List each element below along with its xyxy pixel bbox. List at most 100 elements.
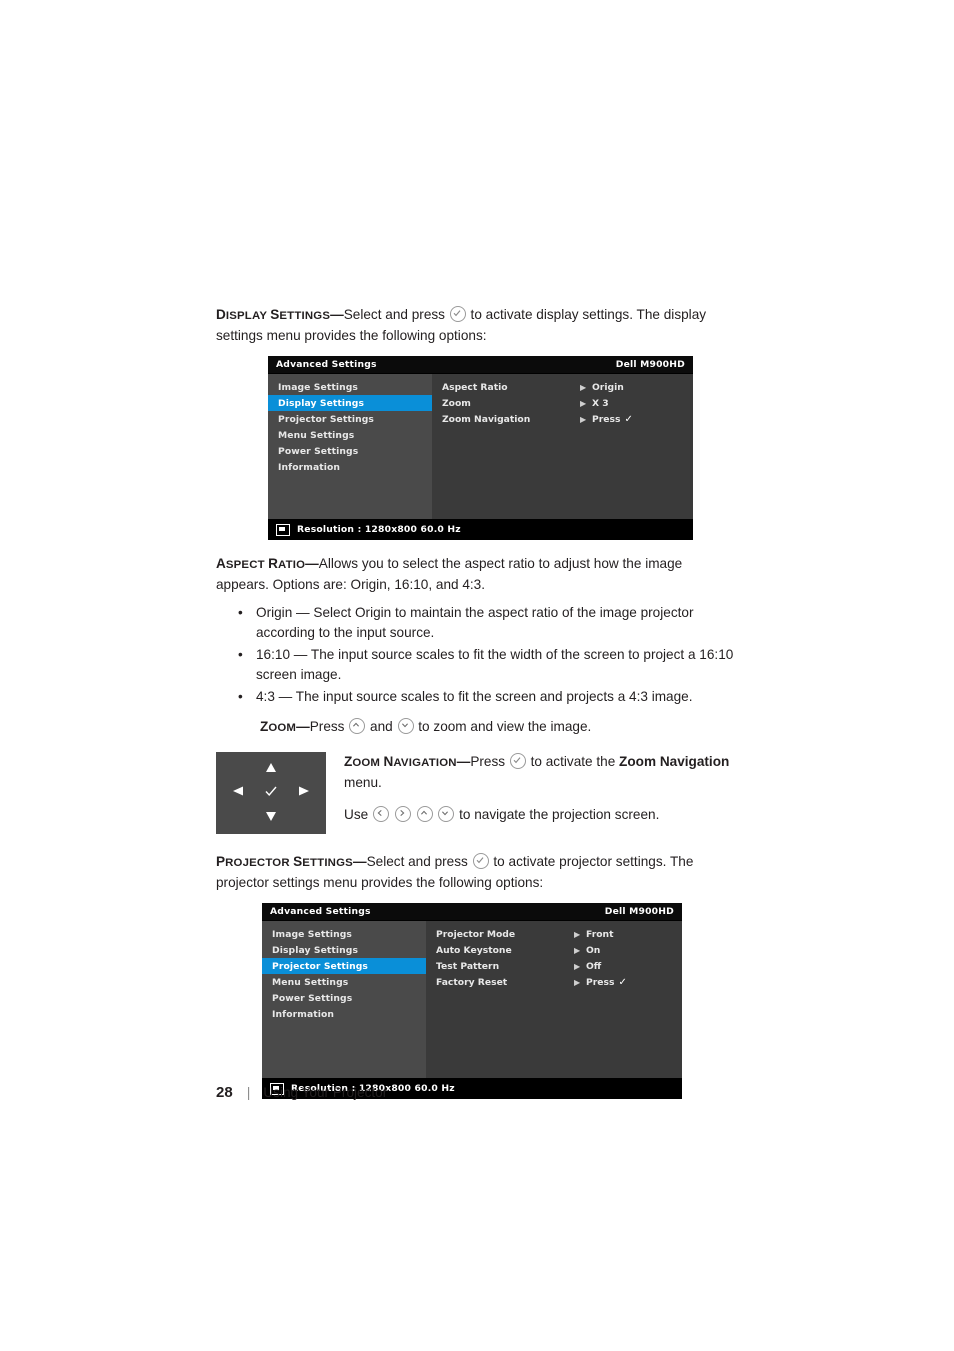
- osd2-item-projector-settings[interactable]: Projector Settings: [262, 958, 426, 974]
- osd2-row-projector-mode[interactable]: Projector Mode ▶ Front: [426, 926, 682, 942]
- page-content: DISPLAY SETTINGS—Select and press to act…: [216, 305, 736, 1099]
- right-arrow-icon: ▶: [574, 945, 581, 955]
- zoom-term-rest: OOM: [268, 722, 297, 734]
- zoom-navigation-use-paragraph: Use to navigate the projection screen.: [344, 805, 736, 825]
- list-item: Origin — Select Origin to maintain the a…: [234, 603, 736, 643]
- osd1-value-aspect-ratio: Origin: [592, 381, 624, 393]
- chevron-down-circle-icon: [438, 806, 455, 822]
- osd1-value-zoom: X 3: [592, 397, 609, 409]
- osd1-body: Image Settings Display Settings Projecto…: [268, 374, 693, 519]
- projector-settings-term2-rest: ETTINGS: [302, 857, 353, 869]
- right-arrow-icon: [298, 784, 310, 802]
- osd-menu-projector-settings: Advanced Settings Dell M900HD Image Sett…: [262, 903, 682, 1099]
- osd1-left-menu: Image Settings Display Settings Projecto…: [268, 374, 432, 519]
- zoomnav-use-a: Use: [344, 807, 369, 822]
- osd1-label-zoom-navigation: Zoom Navigation: [442, 413, 531, 425]
- osd2-row-factory-reset[interactable]: Factory Reset ▶ Press ✓: [426, 974, 682, 990]
- osd2-model: Dell M900HD: [604, 906, 674, 917]
- navigation-pad-figure: [216, 752, 326, 834]
- osd2-label-projector-mode: Projector Mode: [436, 928, 516, 940]
- zoom-text-and: and: [370, 719, 393, 734]
- osd1-item-image-settings[interactable]: Image Settings: [268, 379, 432, 395]
- osd2-item-information[interactable]: Information: [262, 1006, 426, 1022]
- osd2-label-test-pattern: Test Pattern: [436, 960, 500, 972]
- osd2-left-menu: Image Settings Display Settings Projecto…: [262, 921, 426, 1078]
- osd2-label-auto-keystone: Auto Keystone: [436, 944, 512, 956]
- osd1-model: Dell M900HD: [615, 359, 685, 370]
- zoom-paragraph: ZOOM—Press and to zoom and view the imag…: [216, 717, 736, 738]
- zoom-text-b: to zoom and view the image.: [418, 719, 592, 734]
- osd1-resolution: Resolution : 1280x800 60.0 Hz: [297, 524, 461, 535]
- osd1-item-menu-settings[interactable]: Menu Settings: [268, 427, 432, 443]
- right-arrow-icon: ▶: [580, 382, 587, 392]
- osd1-item-display-settings[interactable]: Display Settings: [268, 395, 432, 411]
- right-arrow-icon: ▶: [574, 961, 581, 971]
- zoom-navigation-block: ZOOM NAVIGATION—Press to activate the Zo…: [216, 752, 736, 834]
- osd2-label-factory-reset: Factory Reset: [436, 976, 508, 988]
- projector-settings-term1-rest: ROJECTOR: [225, 857, 294, 869]
- osd2-row-auto-keystone[interactable]: Auto Keystone ▶ On: [426, 942, 682, 958]
- osd1-label-aspect-ratio: Aspect Ratio: [442, 381, 508, 393]
- check-icon: ✓: [624, 413, 633, 425]
- osd2-title: Advanced Settings: [270, 906, 371, 917]
- zoom-navigation-text: ZOOM NAVIGATION—Press to activate the Zo…: [326, 752, 736, 834]
- document-page: DISPLAY SETTINGS—Select and press to act…: [0, 0, 954, 1351]
- zoom-navigation-paragraph: ZOOM NAVIGATION—Press to activate the Zo…: [344, 752, 736, 793]
- projector-settings-term2-cap: S: [293, 854, 303, 869]
- osd1-row-aspect-ratio[interactable]: Aspect Ratio ▶ Origin: [432, 379, 693, 395]
- osd2-titlebar: Advanced Settings Dell M900HD: [262, 903, 682, 921]
- osd2-value-factory-reset: Press: [586, 976, 615, 988]
- osd1-row-zoom-navigation[interactable]: Zoom Navigation ▶ Press ✓: [432, 411, 693, 427]
- osd2-value-auto-keystone: On: [586, 944, 601, 956]
- page-number: 28: [216, 1084, 233, 1101]
- osd2-value-test-pattern: Off: [586, 960, 602, 972]
- osd1-item-information[interactable]: Information: [268, 459, 432, 475]
- chevron-down-circle-icon: [397, 718, 414, 734]
- aspect-ratio-term2-cap: R: [268, 556, 278, 571]
- aspect-ratio-dash: —: [305, 556, 319, 571]
- osd1-item-power-settings[interactable]: Power Settings: [268, 443, 432, 459]
- right-arrow-icon: ▶: [580, 414, 587, 424]
- list-item: 16:10 — The input source scales to fit t…: [234, 645, 736, 685]
- right-arrow-icon: ▶: [574, 977, 581, 987]
- chevron-left-circle-icon: [372, 806, 389, 822]
- check-circle-icon: [449, 306, 466, 322]
- chevron-up-circle-icon: [349, 718, 366, 734]
- aspect-ratio-term1-rest: SPECT: [225, 559, 269, 571]
- display-settings-term-cap: D: [216, 307, 226, 322]
- zoomnav-dash: —: [456, 754, 471, 769]
- osd1-right-panel: Aspect Ratio ▶ Origin Zoom ▶ X 3 Zoom Na…: [432, 374, 693, 519]
- osd1-title: Advanced Settings: [276, 359, 377, 370]
- check-circle-icon: [509, 753, 526, 769]
- zoomnav-term2-cap: N: [383, 754, 394, 769]
- zoomnav-text-b: to activate the: [530, 754, 616, 769]
- display-settings-text-a: Select and press: [343, 307, 445, 322]
- footer-title: Using Your Projector: [263, 1085, 388, 1100]
- projector-settings-term1-cap: P: [216, 854, 226, 869]
- zoomnav-text-a: Press: [470, 754, 506, 769]
- osd2-item-image-settings[interactable]: Image Settings: [262, 926, 426, 942]
- osd1-value-zoom-navigation: Press: [592, 413, 621, 425]
- check-icon: ✓: [618, 976, 627, 988]
- zoomnav-term2-rest: AVIGATION: [393, 757, 457, 769]
- zoom-dash: —: [296, 719, 310, 734]
- zoomnav-term1-rest: OOM: [352, 757, 384, 769]
- display-icon: [276, 523, 290, 536]
- osd1-item-projector-settings[interactable]: Projector Settings: [268, 411, 432, 427]
- projector-settings-text-a: Select and press: [366, 854, 468, 869]
- left-arrow-icon: [232, 784, 244, 802]
- osd2-row-test-pattern[interactable]: Test Pattern ▶ Off: [426, 958, 682, 974]
- aspect-ratio-term2-rest: ATIO: [278, 559, 306, 571]
- osd2-item-menu-settings[interactable]: Menu Settings: [262, 974, 426, 990]
- osd1-label-zoom: Zoom: [442, 397, 471, 409]
- display-settings-term2-rest: ETTINGS: [279, 310, 331, 322]
- zoomnav-text-c: menu.: [344, 775, 382, 790]
- zoomnav-use-b: to navigate the projection screen.: [459, 807, 660, 822]
- chevron-right-circle-icon: [394, 806, 411, 822]
- display-settings-paragraph: DISPLAY SETTINGS—Select and press to act…: [216, 305, 736, 346]
- osd1-row-zoom[interactable]: Zoom ▶ X 3: [432, 395, 693, 411]
- osd2-item-display-settings[interactable]: Display Settings: [262, 942, 426, 958]
- osd2-item-power-settings[interactable]: Power Settings: [262, 990, 426, 1006]
- right-arrow-icon: ▶: [580, 398, 587, 408]
- right-arrow-icon: ▶: [574, 929, 581, 939]
